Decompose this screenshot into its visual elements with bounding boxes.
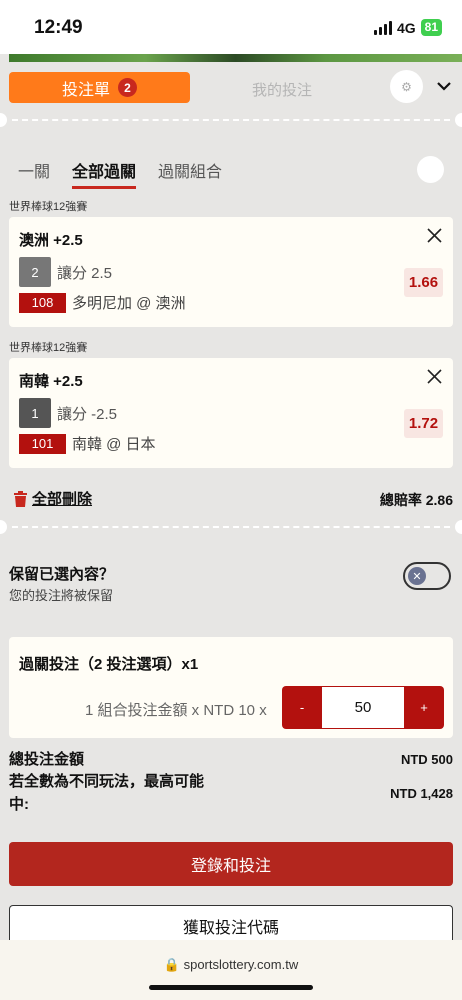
total-odds-value: 2.86 — [425, 492, 453, 508]
dashed-divider — [0, 113, 462, 127]
total-stake-label: 總投注金額 — [9, 751, 85, 768]
stake-increment-button[interactable]: + — [404, 700, 444, 715]
browser-url-bar[interactable]: 🔒 sportslottery.com.tw — [0, 940, 462, 1000]
lock-icon: 🔒 — [163, 957, 180, 972]
selection-title: 南韓 +2.5 — [19, 373, 83, 390]
status-time: 12:49 — [34, 17, 83, 38]
network-label: 4G — [396, 19, 416, 36]
stake-stepper: - 50 + — [282, 686, 444, 729]
status-bar: 12:49 4G 81 — [0, 0, 462, 54]
selection-card: 南韓 +2.5 1 讓分 -2.5 101 南韓 @ 日本 1.72 — [9, 358, 453, 468]
retain-title: 保留已選內容？ — [9, 566, 115, 583]
tab-betslip[interactable]: 投注單 2 — [9, 72, 190, 103]
retain-toggle[interactable]: ✕ — [403, 562, 451, 590]
odds-badge: 1.66 — [404, 268, 443, 297]
login-bet-button[interactable]: 登錄和投注 — [9, 842, 453, 886]
odds-badge: 1.72 — [404, 409, 443, 438]
match-row: 108 多明尼加 @ 澳洲 — [19, 292, 186, 313]
market-number: 1 — [19, 398, 51, 428]
total-odds: 總賠率 2.86 — [380, 490, 453, 510]
max-win-label: 若全數為不同玩法，最高可能 — [9, 773, 205, 790]
tab-parlay-combo[interactable]: 過關組合 — [158, 158, 222, 189]
match-number: 101 — [19, 433, 66, 454]
stake-label: 1 組合投注金額 x NTD 10 x — [85, 702, 267, 719]
max-win-value: NTD 1,428 — [390, 786, 453, 801]
toggle-circle[interactable] — [417, 156, 444, 183]
url-display: 🔒 sportslottery.com.tw — [0, 957, 462, 973]
match-number: 108 — [19, 292, 66, 313]
chevron-down-icon[interactable] — [436, 78, 452, 94]
parlay-title: 過關投注（2 投注選項）x1 — [19, 656, 199, 673]
tab-betslip-label: 投注單 — [61, 81, 110, 99]
selection-title: 澳洲 +2.5 — [19, 232, 83, 249]
bet-type-tabs: 一關 全部過關 過關組合 — [18, 158, 222, 189]
close-icon: ✕ — [408, 567, 426, 585]
stake-input[interactable]: 50 — [322, 687, 404, 728]
betslip-count-badge: 2 — [118, 78, 137, 97]
retain-subtitle: 您的投注將被保留 — [9, 588, 114, 603]
selection-card: 澳洲 +2.5 2 讓分 2.5 108 多明尼加 @ 澳洲 1.66 — [9, 217, 453, 327]
market-row: 2 讓分 2.5 — [19, 257, 112, 287]
close-icon[interactable] — [426, 368, 443, 385]
tab-all-parlay[interactable]: 全部過關 — [72, 158, 137, 189]
delete-all-button[interactable]: 全部刪除 — [13, 488, 92, 509]
close-icon[interactable] — [426, 227, 443, 244]
max-win-label-cont: 中: — [9, 796, 29, 813]
delete-all-label: 全部刪除 — [32, 491, 93, 508]
market-label: 讓分 -2.5 — [57, 405, 118, 423]
league-label: 世界棒球12強賽 — [9, 342, 88, 354]
tab-single[interactable]: 一關 — [18, 158, 50, 189]
home-indicator[interactable] — [149, 985, 313, 990]
total-odds-label: 總賠率 — [379, 492, 422, 508]
trash-icon — [14, 490, 27, 507]
url-text: sportslottery.com.tw — [183, 957, 299, 972]
tab-my-bets[interactable]: 我的投注 — [252, 79, 312, 100]
battery-icon: 81 — [420, 19, 442, 36]
gear-icon: ⚙ — [401, 79, 412, 94]
signal-icon — [373, 20, 392, 35]
market-number: 2 — [19, 257, 51, 287]
league-label: 世界棒球12強賽 — [9, 201, 88, 213]
dashed-divider — [0, 520, 462, 534]
match-label: 南韓 @ 日本 — [72, 436, 156, 453]
parlay-stake-card: 過關投注（2 投注選項）x1 1 組合投注金額 x NTD 10 x - 50 … — [9, 637, 453, 738]
settings-button[interactable]: ⚙ — [390, 70, 423, 103]
stake-decrement-button[interactable]: - — [282, 700, 322, 715]
status-right: 4G 81 — [373, 19, 442, 36]
battery-level: 81 — [424, 20, 438, 34]
match-row: 101 南韓 @ 日本 — [19, 433, 156, 454]
market-label: 讓分 2.5 — [57, 264, 113, 282]
market-row: 1 讓分 -2.5 — [19, 398, 117, 428]
match-label: 多明尼加 @ 澳洲 — [72, 295, 186, 312]
total-stake-value: NTD 500 — [400, 752, 453, 767]
get-bet-code-button[interactable]: 獲取投注代碼 — [9, 905, 453, 945]
